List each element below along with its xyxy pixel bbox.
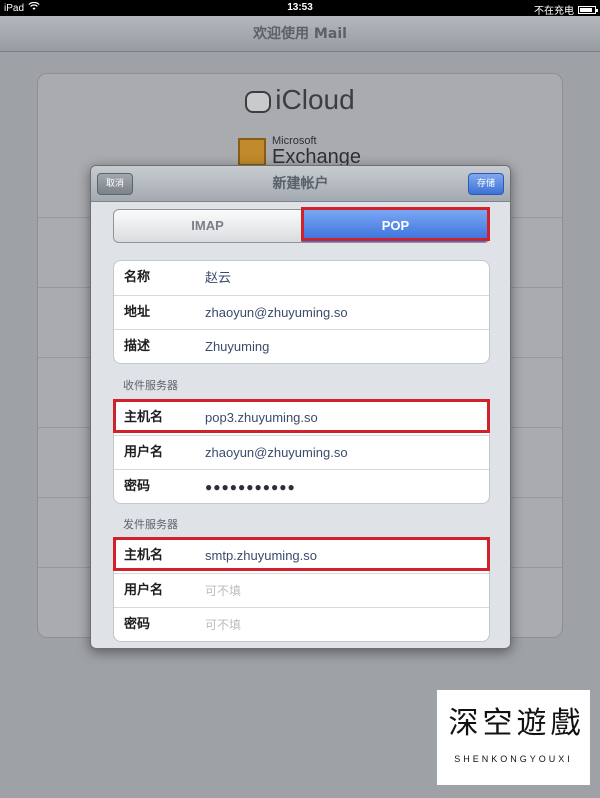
incoming-password-row[interactable]: 密码 ●●●●●●●●●●● bbox=[114, 469, 489, 503]
watermark-char: 空 bbox=[482, 706, 513, 741]
cancel-button[interactable]: 取消 bbox=[97, 173, 134, 195]
address-field[interactable]: zhaoyun@zhuyuming.so bbox=[205, 296, 348, 330]
pop-highlight-box bbox=[301, 207, 490, 241]
new-account-dialog: 新建帐户 取消 存储 IMAP POP 名称 赵云 地址 zhaoyun@zhu… bbox=[90, 165, 511, 649]
name-field[interactable]: 赵云 bbox=[205, 261, 231, 295]
name-row[interactable]: 名称 赵云 bbox=[114, 261, 489, 295]
watermark-char: 深 bbox=[448, 706, 479, 741]
battery-icon bbox=[578, 5, 598, 14]
clock: 13:53 bbox=[287, 2, 313, 13]
description-row[interactable]: 描述 Zhuyuming bbox=[114, 329, 489, 363]
outgoing-host-highlight-box bbox=[113, 537, 490, 571]
outgoing-user-row[interactable]: 用户名 可不填 bbox=[114, 573, 489, 607]
welcome-title: 欢迎使用 Mail bbox=[0, 16, 600, 52]
address-label: 地址 bbox=[124, 305, 151, 320]
outgoing-server-header: 发件服务器 bbox=[123, 518, 178, 531]
description-label: 描述 bbox=[124, 339, 151, 354]
segment-imap[interactable]: IMAP bbox=[114, 210, 302, 242]
icloud-icon bbox=[245, 90, 272, 113]
account-info-group: 名称 赵云 地址 zhaoyun@zhuyuming.so 描述 Zhuyumi… bbox=[113, 260, 490, 364]
status-bar: iPad 13:53 不在充电 bbox=[0, 0, 600, 17]
incoming-user-field[interactable]: zhaoyun@zhuyuming.so bbox=[205, 436, 348, 470]
outgoing-password-label: 密码 bbox=[124, 617, 151, 632]
outgoing-user-label: 用户名 bbox=[124, 583, 164, 598]
incoming-password-field[interactable]: ●●●●●●●●●●● bbox=[205, 470, 296, 503]
description-field[interactable]: Zhuyuming bbox=[205, 330, 269, 363]
dialog-navbar: 新建帐户 取消 存储 bbox=[91, 166, 510, 202]
incoming-user-label: 用户名 bbox=[124, 445, 164, 460]
charging-status: 不在充电 bbox=[534, 6, 574, 17]
exchange-label-line2: Exchange bbox=[272, 146, 361, 168]
incoming-server-header: 收件服务器 bbox=[123, 379, 178, 392]
exchange-logo-icon bbox=[238, 137, 266, 166]
incoming-host-highlight-box bbox=[113, 399, 490, 433]
provider-exchange[interactable]: Microsoft Exchange bbox=[238, 136, 361, 167]
watermark-char: 遊 bbox=[516, 706, 547, 741]
outgoing-user-field[interactable]: 可不填 bbox=[205, 574, 241, 608]
provider-icloud[interactable]: iCloud bbox=[38, 84, 562, 116]
dialog-title: 新建帐户 bbox=[272, 176, 329, 192]
watermark-char: 戲 bbox=[550, 706, 581, 741]
icloud-label: iCloud bbox=[275, 84, 355, 115]
address-row[interactable]: 地址 zhaoyun@zhuyuming.so bbox=[114, 295, 489, 329]
outgoing-password-row[interactable]: 密码 可不填 bbox=[114, 607, 489, 641]
save-button[interactable]: 存储 bbox=[467, 173, 504, 195]
incoming-user-row[interactable]: 用户名 zhaoyun@zhuyuming.so bbox=[114, 435, 489, 469]
watermark-logo: 深 空 遊 戲 SHENKONGYOUXI bbox=[437, 690, 590, 785]
incoming-password-label: 密码 bbox=[124, 479, 151, 494]
outgoing-password-field[interactable]: 可不填 bbox=[205, 608, 241, 641]
name-label: 名称 bbox=[124, 270, 151, 285]
watermark-subtitle: SHENKONGYOUXI bbox=[454, 754, 573, 764]
